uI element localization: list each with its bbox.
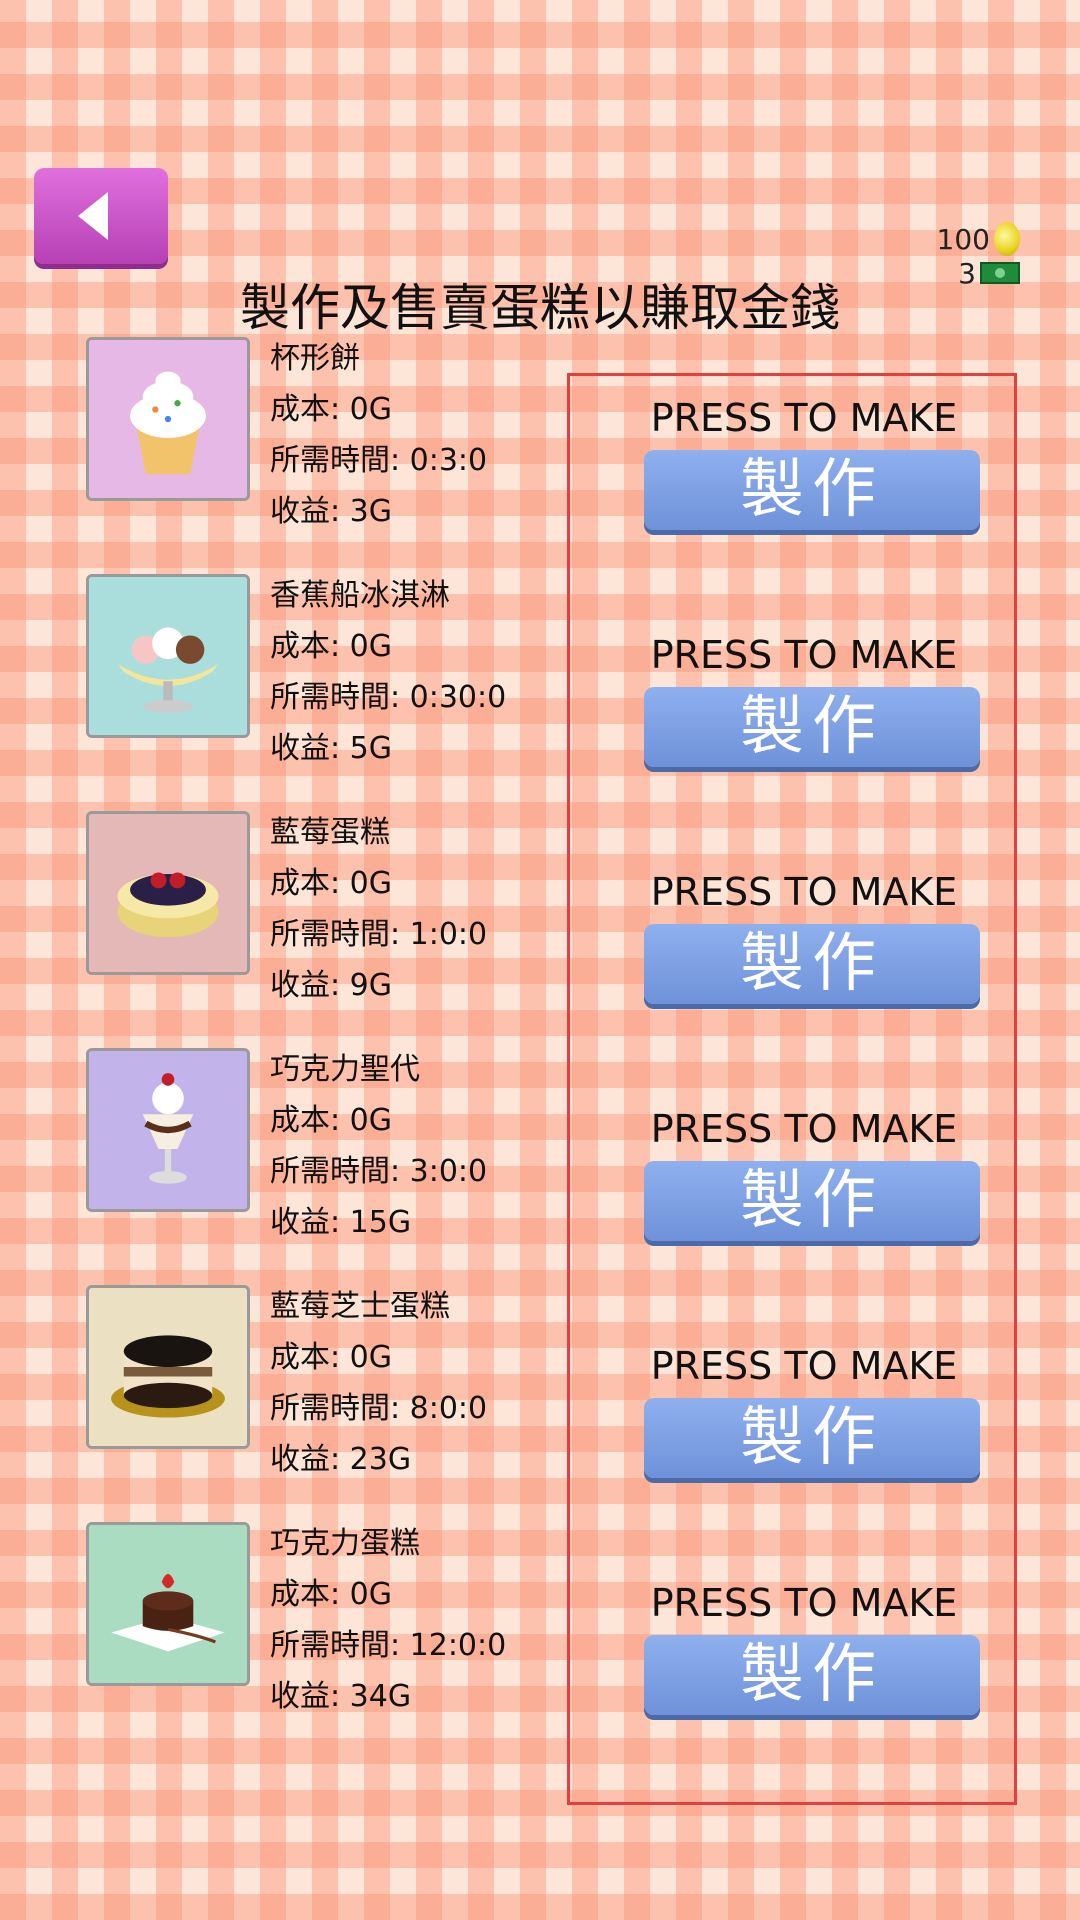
- item-name: 杯形餅: [270, 341, 360, 376]
- item-time: 所需時間: 0:30:0: [270, 680, 507, 715]
- banana-split-icon: [86, 574, 250, 738]
- item-name: 香蕉船冰淇淋: [270, 578, 450, 613]
- chocolate-sundae-icon: [86, 1048, 250, 1212]
- item-profit: 收益: 23G: [270, 1442, 412, 1477]
- press-to-make-label: PRESS TO MAKE: [650, 633, 958, 677]
- coin-icon: [994, 222, 1020, 256]
- item-banana-split: 香蕉船冰淇淋 成本: 0G 所需時間: 0:30:0 收益: 5G: [86, 574, 566, 766]
- make-group: PRESS TO MAKE 製作: [644, 633, 980, 767]
- item-time: 所需時間: 3:0:0: [270, 1154, 488, 1189]
- page-title: 製作及售賣蛋糕以賺取金錢: [240, 279, 840, 337]
- item-profit: 收益: 34G: [270, 1679, 412, 1714]
- item-time: 所需時間: 12:0:0: [270, 1628, 507, 1663]
- item-time: 所需時間: 8:0:0: [270, 1391, 488, 1426]
- back-button[interactable]: [34, 168, 168, 264]
- press-to-make-label: PRESS TO MAKE: [650, 396, 958, 440]
- item-name: 藍莓蛋糕: [270, 815, 390, 850]
- item-cost: 成本: 0G: [270, 392, 392, 427]
- item-chocolate-cake: 巧克力蛋糕 成本: 0G 所需時間: 12:0:0 收益: 34G: [86, 1522, 566, 1714]
- item-cost: 成本: 0G: [270, 1103, 392, 1138]
- item-chocolate-sundae: 巧克力聖代 成本: 0G 所需時間: 3:0:0 收益: 15G: [86, 1048, 566, 1240]
- press-to-make-label: PRESS TO MAKE: [650, 870, 958, 914]
- item-time: 所需時間: 1:0:0: [270, 917, 488, 952]
- make-group: PRESS TO MAKE 製作: [644, 1344, 980, 1478]
- make-group: PRESS TO MAKE 製作: [644, 870, 980, 1004]
- blueberry-cake-icon: [86, 811, 250, 975]
- item-time: 所需時間: 0:3:0: [270, 443, 488, 478]
- item-profit: 收益: 9G: [270, 968, 392, 1003]
- make-group: PRESS TO MAKE 製作: [644, 1581, 980, 1715]
- item-profit: 收益: 3G: [270, 494, 392, 529]
- make-button-chocolate-sundae[interactable]: 製作: [644, 1161, 980, 1241]
- press-to-make-label: PRESS TO MAKE: [650, 1107, 958, 1151]
- item-cost: 成本: 0G: [270, 866, 392, 901]
- chocolate-cake-icon: [86, 1522, 250, 1686]
- item-cost: 成本: 0G: [270, 629, 392, 664]
- make-panel: PRESS TO MAKE 製作 PRESS TO MAKE 製作 PRESS …: [567, 373, 1017, 1805]
- make-button-cupcake[interactable]: 製作: [644, 450, 980, 530]
- item-profit: 收益: 15G: [270, 1205, 412, 1240]
- back-arrow-icon: [78, 192, 108, 240]
- item-cost: 成本: 0G: [270, 1340, 392, 1375]
- make-button-banana-split[interactable]: 製作: [644, 687, 980, 767]
- make-button-blueberry-cheesecake[interactable]: 製作: [644, 1398, 980, 1478]
- coin-count: 100: [936, 222, 990, 256]
- item-profit: 收益: 5G: [270, 731, 392, 766]
- make-button-chocolate-cake[interactable]: 製作: [644, 1635, 980, 1715]
- item-name: 巧克力聖代: [270, 1052, 420, 1087]
- item-cupcake: 杯形餅 成本: 0G 所需時間: 0:3:0 收益: 3G: [86, 337, 566, 529]
- make-group: PRESS TO MAKE 製作: [644, 396, 980, 530]
- cupcake-icon: [86, 337, 250, 501]
- make-button-blueberry-cake[interactable]: 製作: [644, 924, 980, 1004]
- make-group: PRESS TO MAKE 製作: [644, 1107, 980, 1241]
- item-name: 藍莓芝士蛋糕: [270, 1289, 450, 1324]
- press-to-make-label: PRESS TO MAKE: [650, 1581, 958, 1625]
- press-to-make-label: PRESS TO MAKE: [650, 1344, 958, 1388]
- item-cost: 成本: 0G: [270, 1577, 392, 1612]
- blueberry-cheesecake-icon: [86, 1285, 250, 1449]
- item-blueberry-cheesecake: 藍莓芝士蛋糕 成本: 0G 所需時間: 8:0:0 收益: 23G: [86, 1285, 566, 1477]
- item-blueberry-cake: 藍莓蛋糕 成本: 0G 所需時間: 1:0:0 收益: 9G: [86, 811, 566, 1003]
- item-name: 巧克力蛋糕: [270, 1526, 420, 1561]
